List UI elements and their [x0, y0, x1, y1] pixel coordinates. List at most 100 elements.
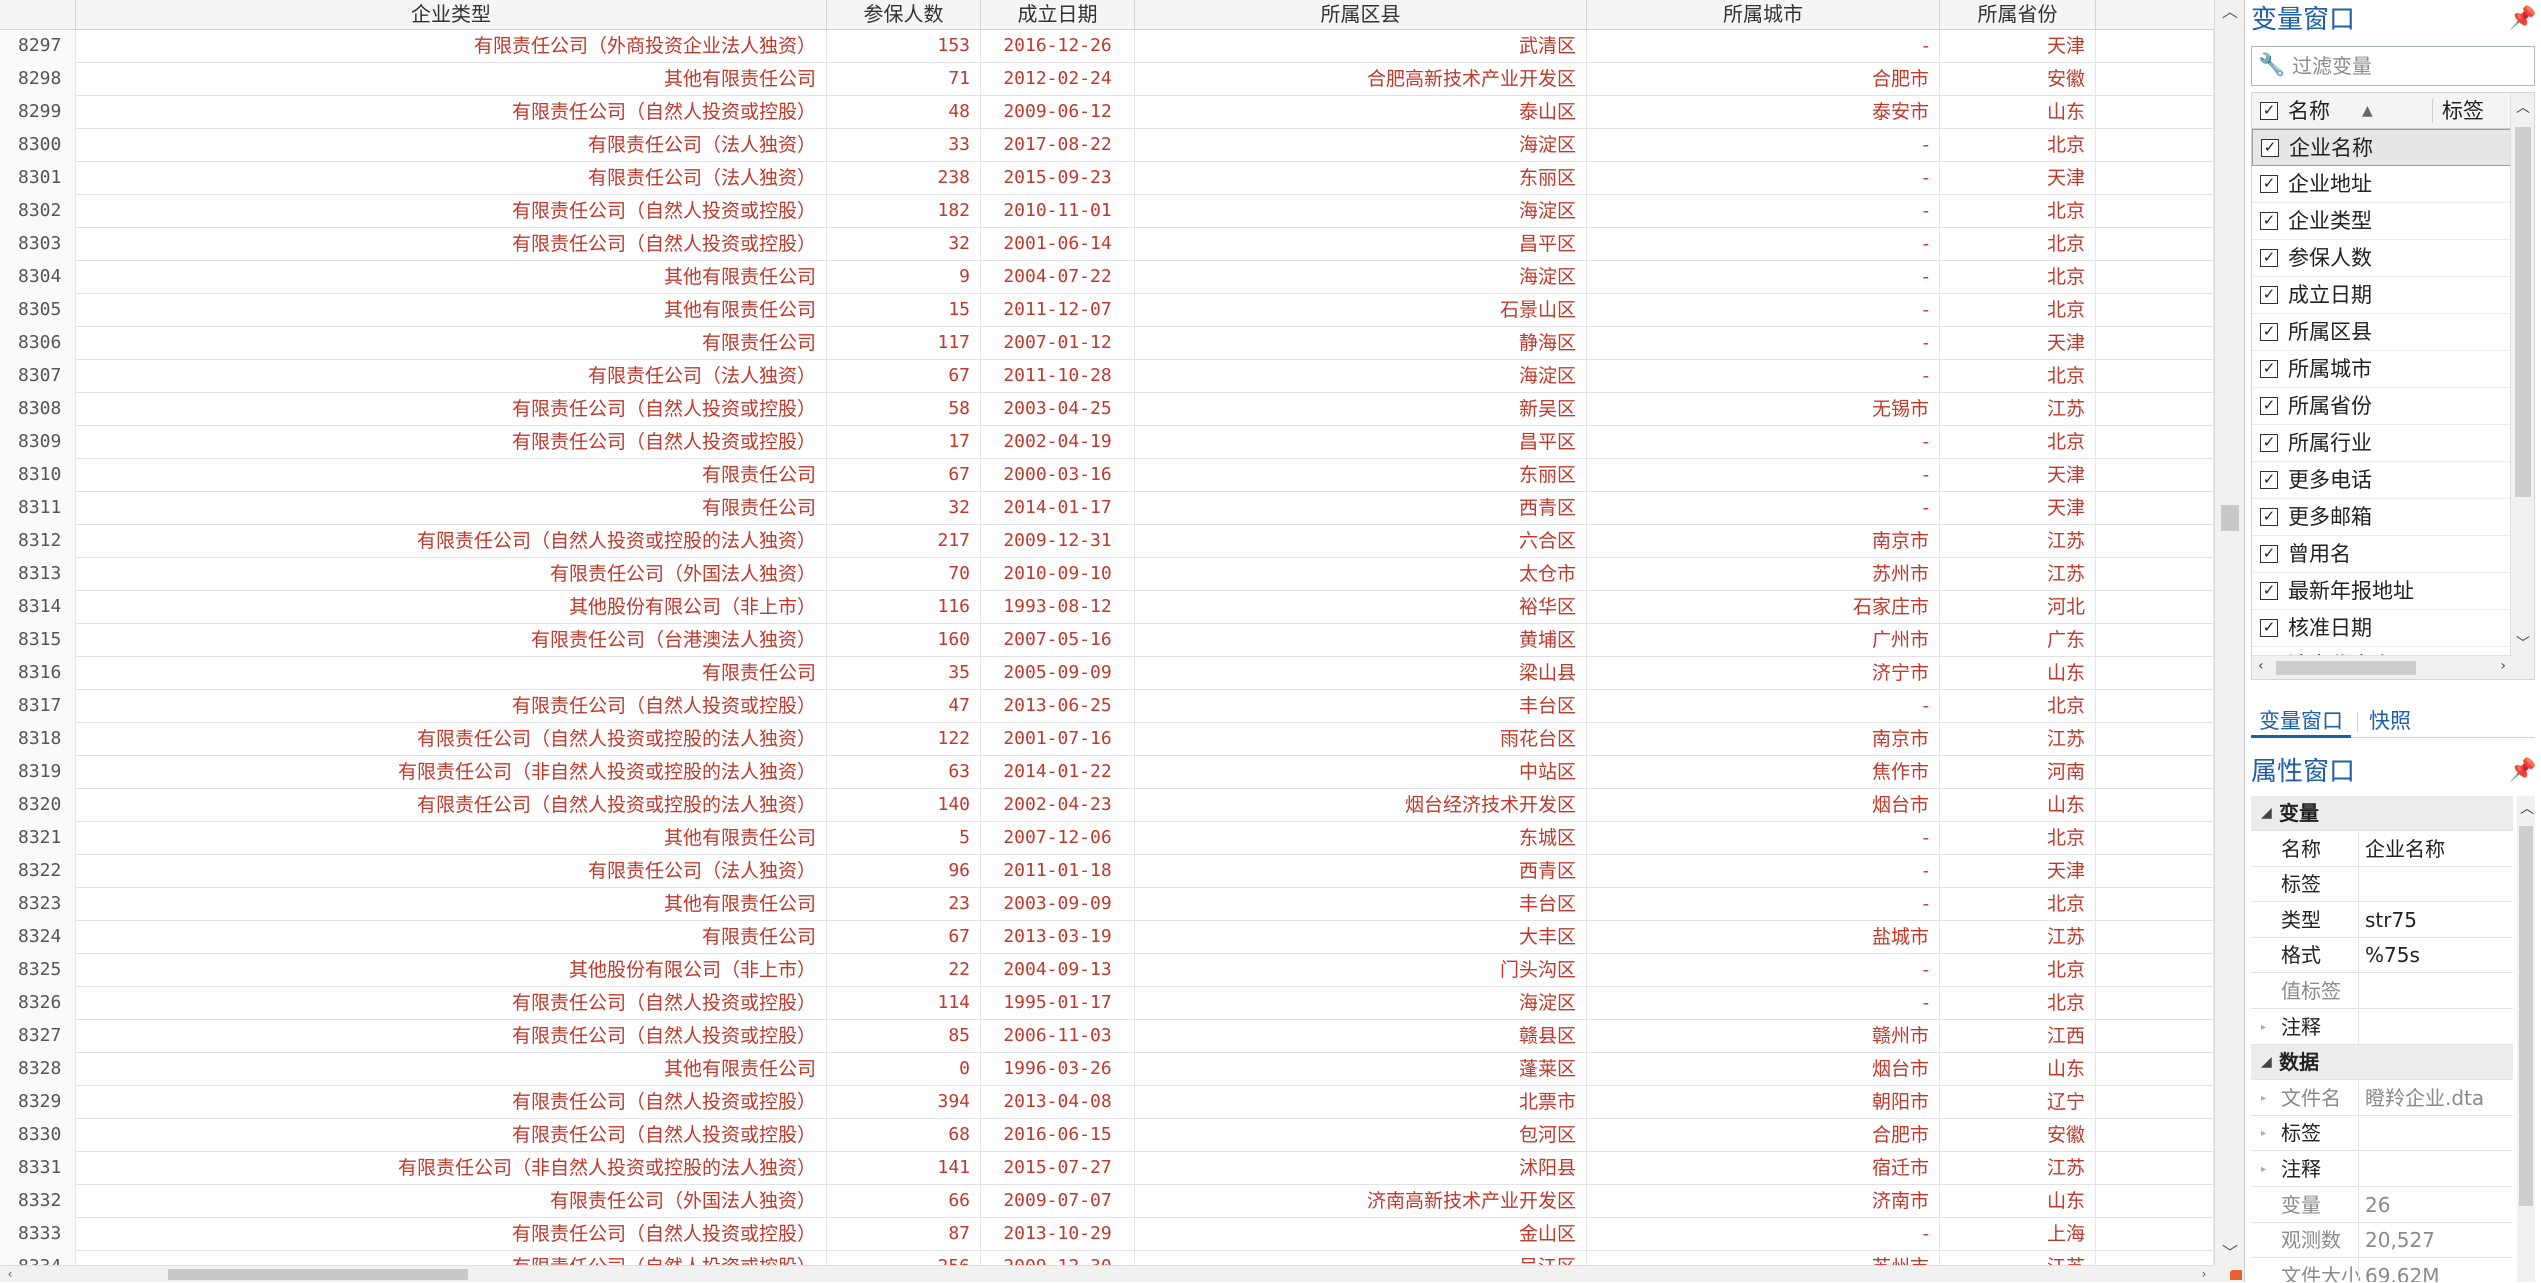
cell-enterprise-type[interactable]: 有限责任公司（自然人投资或控股的法人独资） — [76, 525, 827, 558]
cell-insured-count[interactable]: 85 — [827, 1020, 981, 1053]
row-number[interactable]: 8327 — [0, 1020, 76, 1053]
row-number[interactable]: 8308 — [0, 393, 76, 426]
row-number[interactable]: 8326 — [0, 987, 76, 1020]
cell-enterprise-type[interactable]: 有限责任公司（外国法人独资） — [76, 558, 827, 591]
cell-province[interactable]: 河北 — [1940, 591, 2096, 624]
table-row[interactable]: 8297 有限责任公司（外商投资企业法人独资） 153 2016-12-26 武清区 - 天… — [0, 30, 2214, 63]
property-row[interactable]: ▸ 注释 — [2251, 1152, 2513, 1187]
row-number[interactable]: 8318 — [0, 723, 76, 756]
cell-enterprise-type[interactable]: 有限责任公司（自然人投资或控股） — [76, 1119, 827, 1152]
cell-district[interactable]: 太仓市 — [1135, 558, 1587, 591]
list-item[interactable]: ✓ 企业类型 — [2252, 203, 2512, 240]
cell-province[interactable]: 山东 — [1940, 1185, 2096, 1218]
cell-founding-date[interactable]: 2013-10-29 — [981, 1218, 1135, 1251]
cell-founding-date[interactable]: 2001-07-16 — [981, 723, 1135, 756]
cell-district[interactable]: 金山区 — [1135, 1218, 1587, 1251]
cell-city[interactable]: - — [1587, 228, 1940, 261]
row-number[interactable]: 8305 — [0, 294, 76, 327]
cell-empty[interactable] — [2096, 624, 2214, 657]
cell-founding-date[interactable]: 2002-04-19 — [981, 426, 1135, 459]
property-row[interactable]: ▸ 文件名 瞪羚企业.dta — [2251, 1080, 2513, 1116]
table-row[interactable]: 8334有限责任公司（自然人投资或控股）2562009-12-30吴江区苏州市江… — [0, 1251, 2214, 1265]
cell-founding-date[interactable]: 2007-01-12 — [981, 327, 1135, 360]
list-item[interactable]: ✓ 更多邮箱 — [2252, 499, 2512, 536]
cell-province[interactable]: 安徽 — [1940, 1119, 2096, 1152]
data-grid[interactable]: 企业类型 参保人数 成立日期 所属区县 所属城市 所属省份 8297 有限责任公司… — [0, 0, 2214, 1265]
cell-insured-count[interactable]: 140 — [827, 789, 981, 822]
cell-city[interactable]: 焦作市 — [1587, 756, 1940, 789]
cell-city[interactable]: - — [1587, 987, 1940, 1020]
cell-founding-date[interactable]: 2007-12-06 — [981, 822, 1135, 855]
cell-enterprise-type[interactable]: 其他有限责任公司 — [76, 822, 827, 855]
cell-city[interactable]: - — [1587, 327, 1940, 360]
sort-ascending-icon[interactable]: ▲ — [2362, 93, 2373, 129]
cell-empty[interactable] — [2096, 1053, 2214, 1086]
pin-icon-properties[interactable]: 📌 — [2509, 758, 2536, 784]
cell-insured-count[interactable]: 58 — [827, 393, 981, 426]
property-row[interactable]: 格式 %75s — [2251, 938, 2513, 974]
cell-founding-date[interactable]: 2006-11-03 — [981, 1020, 1135, 1053]
cell-province[interactable]: 上海 — [1940, 1218, 2096, 1251]
cell-enterprise-type[interactable]: 有限责任公司（自然人投资或控股） — [76, 393, 827, 426]
cell-district[interactable]: 丰台区 — [1135, 888, 1587, 921]
list-item[interactable]: ✓ 曾用名 — [2252, 536, 2512, 573]
cell-province[interactable]: 北京 — [1940, 690, 2096, 723]
cell-enterprise-type[interactable]: 有限责任公司 — [76, 327, 827, 360]
cell-insured-count[interactable]: 67 — [827, 360, 981, 393]
cell-province[interactable]: 江苏 — [1940, 558, 2096, 591]
grid-vertical-scrollbar[interactable]: ︿ ﹀ — [2214, 0, 2244, 1265]
cell-founding-date[interactable]: 2009-06-12 — [981, 96, 1135, 129]
row-number[interactable]: 8334 — [0, 1251, 76, 1265]
cell-founding-date[interactable]: 2012-02-24 — [981, 63, 1135, 96]
cell-founding-date[interactable]: 2009-12-30 — [981, 1251, 1135, 1265]
variable-checkbox[interactable]: ✓ — [2260, 619, 2278, 637]
table-row[interactable]: 8321 其他有限责任公司 5 2007-12-06 东城区 - 北京 — [0, 822, 2214, 855]
list-item[interactable]: ✓ 最新年报地址 — [2252, 573, 2512, 610]
props-scroll-up-icon[interactable]: ︿ — [2520, 798, 2534, 818]
collapse-icon[interactable]: ◢ — [2261, 796, 2272, 831]
property-value[interactable]: 26 — [2358, 1187, 2513, 1223]
property-vscrollbar[interactable]: ︿ — [2517, 796, 2535, 1282]
tab-variable-window[interactable]: 变量窗口 — [2251, 706, 2351, 738]
cell-insured-count[interactable]: 116 — [827, 591, 981, 624]
list-item[interactable]: ✓ 所属区县 — [2252, 314, 2512, 351]
list-item[interactable]: ✓ 所属行业 — [2252, 425, 2512, 462]
property-row[interactable]: 名称 企业名称 — [2251, 831, 2513, 867]
cell-founding-date[interactable]: 2007-05-16 — [981, 624, 1135, 657]
cell-insured-count[interactable]: 9 — [827, 261, 981, 294]
cell-enterprise-type[interactable]: 有限责任公司（自然人投资或控股的法人独资） — [76, 723, 827, 756]
row-number[interactable]: 8313 — [0, 558, 76, 591]
list-item[interactable]: ✓ 所属省份 — [2252, 388, 2512, 425]
cell-district[interactable]: 沭阳县 — [1135, 1152, 1587, 1185]
table-row[interactable]: 8311 有限责任公司 32 2014-01-17 西青区 - 天津 — [0, 492, 2214, 525]
table-row[interactable]: 8332 有限责任公司（外国法人独资） 66 2009-07-07 济南高新技术产业开发… — [0, 1185, 2214, 1218]
property-row[interactable]: ▸ 标签 — [2251, 1116, 2513, 1152]
cell-founding-date[interactable]: 2002-04-23 — [981, 789, 1135, 822]
cell-city[interactable]: 济南市 — [1587, 1185, 1940, 1218]
cell-empty[interactable] — [2096, 327, 2214, 360]
cell-founding-date[interactable]: 1996-03-26 — [981, 1053, 1135, 1086]
property-row[interactable]: 文件大小 69.62M — [2251, 1258, 2513, 1282]
cell-district[interactable]: 静海区 — [1135, 327, 1587, 360]
table-row[interactable]: 8318 有限责任公司（自然人投资或控股的法人独资） 122 2001-07-16 雨花… — [0, 723, 2214, 756]
grid-hscroll-thumb[interactable] — [168, 1269, 468, 1280]
cell-insured-count[interactable]: 67 — [827, 921, 981, 954]
cell-district[interactable]: 海淀区 — [1135, 987, 1587, 1020]
row-number[interactable]: 8311 — [0, 492, 76, 525]
expand-icon[interactable]: ▸ — [2261, 1081, 2266, 1116]
cell-founding-date[interactable]: 2010-09-10 — [981, 558, 1135, 591]
cell-province[interactable]: 北京 — [1940, 954, 2096, 987]
table-row[interactable]: 8333 有限责任公司（自然人投资或控股） 87 2013-10-29 金山区 - 上海 — [0, 1218, 2214, 1251]
row-number[interactable]: 8331 — [0, 1152, 76, 1185]
cell-enterprise-type[interactable]: 有限责任公司（法人独资） — [76, 855, 827, 888]
cell-empty[interactable] — [2096, 1251, 2214, 1265]
cell-founding-date[interactable]: 2003-09-09 — [981, 888, 1135, 921]
cell-insured-count[interactable]: 33 — [827, 129, 981, 162]
cell-province[interactable]: 北京 — [1940, 822, 2096, 855]
row-number[interactable]: 8297 — [0, 30, 76, 63]
cell-insured-count[interactable]: 71 — [827, 63, 981, 96]
table-row[interactable]: 8309 有限责任公司（自然人投资或控股） 17 2002-04-19 昌平区 - 北京 — [0, 426, 2214, 459]
row-number[interactable]: 8299 — [0, 96, 76, 129]
row-number[interactable]: 8328 — [0, 1053, 76, 1086]
table-row[interactable]: 8303 有限责任公司（自然人投资或控股） 32 2001-06-14 昌平区 - 北京 — [0, 228, 2214, 261]
